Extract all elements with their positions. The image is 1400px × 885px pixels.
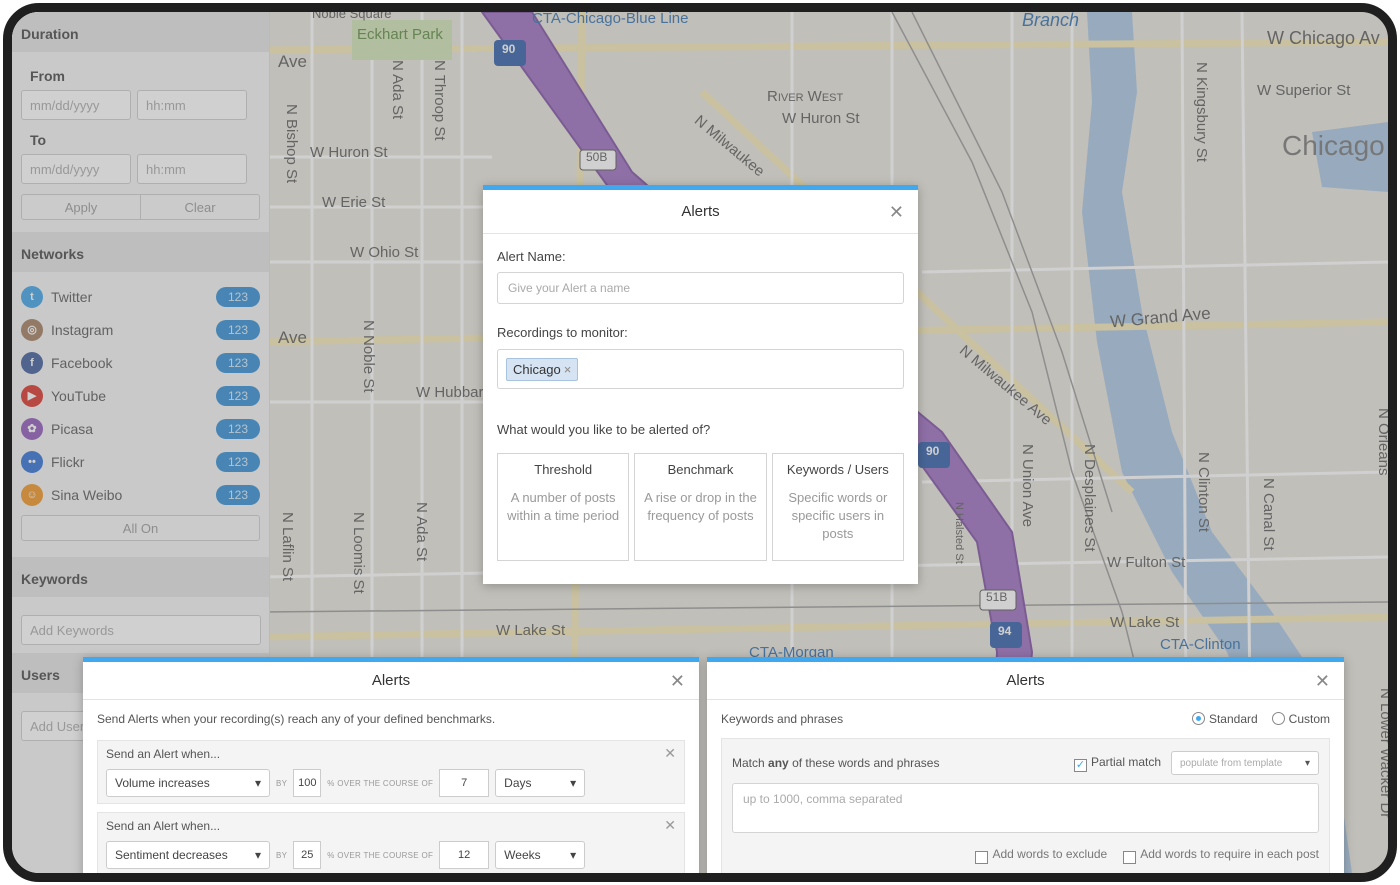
metric-value: Sentiment decreases <box>115 848 228 862</box>
period-input[interactable]: 7 <box>439 769 490 797</box>
custom-mode-radio[interactable]: Custom <box>1271 712 1330 726</box>
unit-select[interactable]: Days ▾ <box>495 769 586 797</box>
standard-mode-radio[interactable]: Standard <box>1191 712 1258 726</box>
dialog-title: Alerts <box>681 203 720 220</box>
recording-tag-label: Chicago <box>513 361 561 377</box>
by-label: BY <box>276 778 288 788</box>
template-select[interactable]: populate from template ▾ <box>1171 751 1319 775</box>
alert-type-question: What would you like to be alerted of? <box>497 422 711 437</box>
require-words-checkbox[interactable]: ✓Add words to require in each post <box>1123 847 1319 864</box>
option-title: Benchmark <box>667 462 734 477</box>
chevron-down-icon: ▾ <box>570 848 577 862</box>
recordings-input[interactable]: Chicago × <box>497 349 904 389</box>
match-suffix: of these words and phrases <box>792 756 940 770</box>
radio-selected-icon <box>1191 712 1205 725</box>
remove-rule-icon[interactable]: ✕ <box>664 817 676 834</box>
remove-rule-icon[interactable]: ✕ <box>664 745 676 762</box>
option-title: Keywords / Users <box>786 462 889 477</box>
chevron-down-icon: ▾ <box>1304 757 1310 769</box>
percent-input[interactable]: 100 <box>293 769 322 797</box>
exclude-words-label: Add words to exclude <box>992 847 1108 861</box>
dialog-title-bar: Alerts ✕ <box>707 662 1344 700</box>
over-course-label: % OVER THE COURSE OF <box>327 778 434 788</box>
partial-match-checkbox[interactable]: ✓ Partial match <box>1073 754 1161 772</box>
chevron-down-icon: ▾ <box>254 776 261 790</box>
recordings-label: Recordings to monitor: <box>497 325 628 340</box>
keywords-users-option[interactable]: Keywords / Users Specific words or speci… <box>771 453 904 561</box>
checkbox-checked-icon: ✓ <box>1073 758 1087 772</box>
close-icon[interactable]: ✕ <box>1315 662 1330 700</box>
metric-value: Volume increases <box>115 776 210 790</box>
create-alert-dialog: Alerts ✕ Alert Name: Give your Alert a n… <box>483 185 918 584</box>
exclude-words-checkbox[interactable]: ✓Add words to exclude <box>975 847 1107 864</box>
benchmark-intro: Send Alerts when your recording(s) reach… <box>97 712 496 726</box>
benchmark-option[interactable]: Benchmark A rise or drop in the frequenc… <box>634 453 767 561</box>
remove-tag-icon[interactable]: × <box>564 362 572 377</box>
dialog-title: Alerts <box>371 672 411 689</box>
template-placeholder: populate from template <box>1180 757 1283 769</box>
close-icon[interactable]: ✕ <box>889 190 904 234</box>
dialog-title-bar: Alerts ✕ <box>483 190 918 234</box>
rule-heading: Send an Alert when... <box>106 819 221 833</box>
keywords-section-label: Keywords and phrases <box>721 712 844 726</box>
recording-tag: Chicago × <box>506 357 579 381</box>
standard-mode-label: Standard <box>1208 712 1258 726</box>
benchmark-alert-dialog: Alerts ✕ Send Alerts when your recording… <box>83 657 699 873</box>
unit-value: Days <box>504 776 532 790</box>
chevron-down-icon: ▾ <box>570 776 577 790</box>
dialog-title: Alerts <box>1006 672 1045 689</box>
dialog-title-bar: Alerts ✕ <box>83 662 699 700</box>
option-description: A number of posts within a time period <box>507 490 620 523</box>
unit-value: Weeks <box>504 848 541 862</box>
checkbox-unchecked-icon: ✓ <box>975 851 989 864</box>
unit-select[interactable]: Weeks ▾ <box>495 841 586 869</box>
keywords-alert-dialog: Alerts ✕ Keywords and phrases Standard C… <box>707 657 1344 873</box>
keywords-panel: Match any of these words and phrases ✓ Pa… <box>721 738 1330 873</box>
rule-heading: Send an Alert when... <box>106 747 221 761</box>
benchmark-rule: Send an Alert when... ✕ Volume increases… <box>97 740 685 804</box>
checkbox-unchecked-icon: ✓ <box>1123 851 1137 864</box>
option-description: A rise or drop in the frequency of posts <box>644 490 757 523</box>
period-input[interactable]: 12 <box>439 841 490 869</box>
radio-unselected-icon <box>1271 712 1285 725</box>
chevron-down-icon: ▾ <box>254 848 261 862</box>
metric-select[interactable]: Sentiment decreases ▾ <box>106 841 270 869</box>
partial-match-label: Partial match <box>1090 754 1161 769</box>
alert-name-label: Alert Name: <box>497 249 566 264</box>
benchmark-rule: Send an Alert when... ✕ Sentiment decrea… <box>97 812 685 873</box>
app-frame: Eckhart Park Noble Square CTA-Chicago-Bl… <box>3 3 1397 882</box>
over-course-label: % OVER THE COURSE OF <box>327 850 434 860</box>
metric-select[interactable]: Volume increases ▾ <box>106 769 270 797</box>
custom-mode-label: Custom <box>1288 712 1330 726</box>
require-words-label: Add words to require in each post <box>1140 847 1319 861</box>
alert-name-input[interactable]: Give your Alert a name <box>497 272 904 304</box>
threshold-option[interactable]: Threshold A number of posts within a tim… <box>497 453 630 561</box>
match-any-toggle[interactable]: any <box>768 756 789 770</box>
by-label: BY <box>276 850 288 860</box>
keywords-textarea[interactable]: up to 1000, comma separated <box>732 783 1319 833</box>
option-description: Specific words or specific users in post… <box>788 490 888 541</box>
match-prefix: Match <box>732 756 765 770</box>
close-icon[interactable]: ✕ <box>670 662 685 700</box>
option-title: Threshold <box>534 462 593 477</box>
percent-input[interactable]: 25 <box>293 841 322 869</box>
match-text: Match any of these words and phrases <box>732 756 1074 770</box>
